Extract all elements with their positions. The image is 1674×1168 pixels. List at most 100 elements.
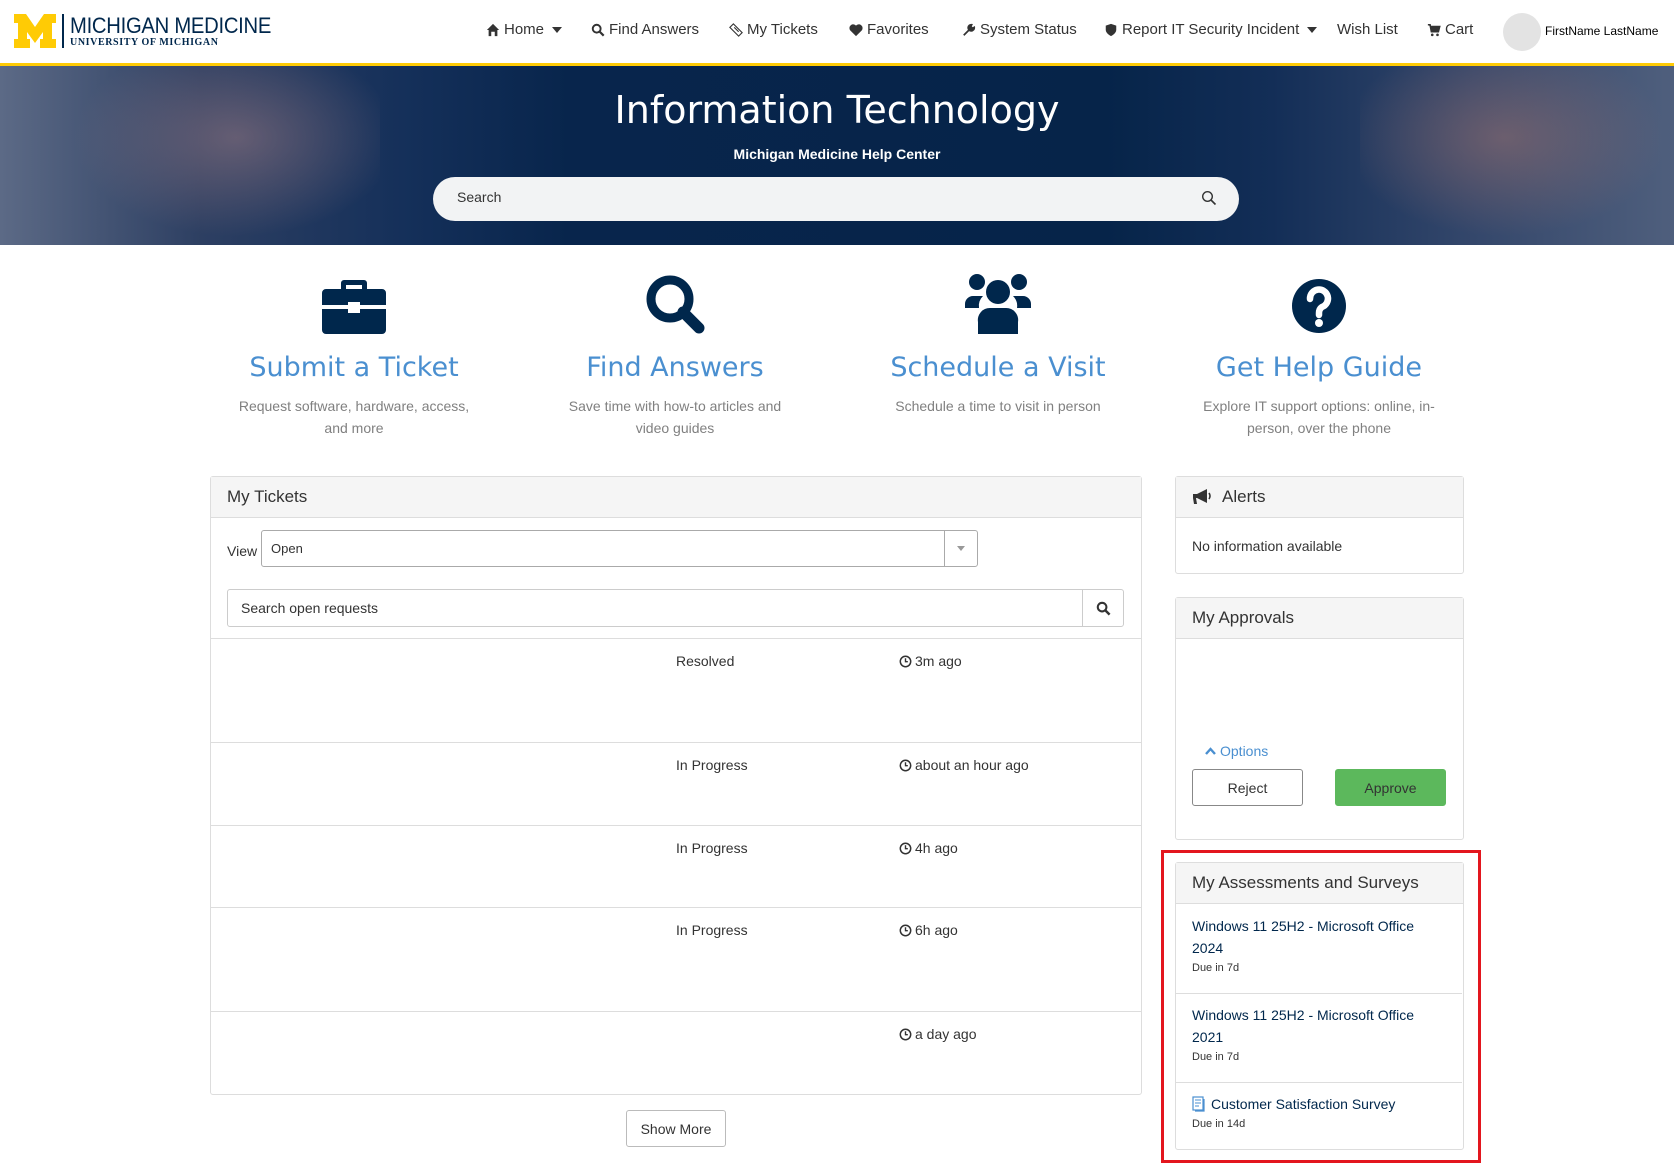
ticket-status: In Progress [676, 922, 748, 938]
block-m-logo-icon [14, 14, 56, 48]
ticket-time: a day ago [899, 1026, 977, 1042]
logo-subtitle: UNIVERSITY OF MICHIGAN [70, 36, 219, 48]
page-subtitle: Michigan Medicine Help Center [733, 146, 941, 162]
users-icon [965, 274, 1031, 334]
approve-button[interactable]: Approve [1335, 769, 1446, 806]
shield-icon [1105, 23, 1117, 36]
question-circle-icon [1292, 279, 1346, 333]
tile-description: Explore IT support options: online, in-p… [1203, 398, 1435, 436]
ticket-status: In Progress [676, 757, 748, 773]
hero-search-bar[interactable] [433, 177, 1239, 221]
view-label: View [227, 543, 258, 559]
my-tickets-panel: My Tickets [210, 476, 1142, 1095]
clock-icon [899, 759, 912, 771]
ticket-icon [729, 22, 743, 37]
row-divider [211, 825, 1141, 826]
search-icon [1096, 601, 1110, 615]
ticket-time: 4h ago [899, 840, 958, 856]
tile-title[interactable]: Get Help Guide [1189, 352, 1449, 383]
approvals-title: My Approvals [1176, 598, 1463, 639]
ticket-time-text: a day ago [915, 1026, 977, 1042]
alerts-panel: Alerts [1175, 476, 1464, 574]
nav-find-answers[interactable]: Find Answers [591, 21, 699, 38]
hero-banner: Information Technology Michigan Medicine… [0, 66, 1674, 245]
view-select-value: Open [271, 541, 303, 556]
ticket-time: about an hour ago [899, 757, 1029, 773]
view-select[interactable]: Open [261, 530, 978, 567]
nav-find-answers-label: Find Answers [609, 21, 700, 38]
row-divider [211, 907, 1141, 908]
nav-my-tickets-label: My Tickets [747, 21, 818, 38]
tile-title[interactable]: Schedule a Visit [868, 352, 1128, 383]
clock-icon [899, 655, 912, 667]
ticket-time: 6h ago [899, 922, 958, 938]
nav-system-status-label: System Status [980, 21, 1077, 38]
home-icon [486, 23, 500, 36]
show-more-button[interactable]: Show More [626, 1110, 726, 1147]
my-tickets-title: My Tickets [211, 477, 1141, 518]
request-search-input[interactable] [241, 600, 1061, 616]
alerts-header: Alerts [1176, 477, 1463, 518]
hero-search-input[interactable] [457, 189, 1157, 205]
tile-description: Save time with how-to articles and video… [568, 398, 782, 436]
wrench-icon [963, 23, 976, 36]
heart-icon [849, 23, 863, 36]
page-title: Information Technology [614, 88, 1060, 132]
search-icon[interactable] [1201, 190, 1217, 206]
logo-title: MICHIGAN MEDICINE [70, 12, 272, 38]
search-icon [646, 275, 705, 334]
ticket-time-text: about an hour ago [915, 757, 1029, 773]
nav-favorites[interactable]: Favorites [849, 21, 929, 38]
nav-wish-list-label: Wish List [1337, 21, 1398, 38]
ticket-time: 3m ago [899, 653, 962, 669]
megaphone-icon [1193, 489, 1211, 504]
row-divider [211, 638, 1141, 639]
nav-home-label: Home [504, 21, 545, 38]
row-divider [211, 1011, 1141, 1012]
ticket-time-text: 6h ago [915, 922, 958, 938]
options-label: Options [1220, 743, 1269, 759]
search-icon [591, 23, 605, 36]
request-search-bar[interactable] [227, 589, 1124, 627]
briefcase-icon [322, 280, 386, 334]
tile-title[interactable]: Submit a Ticket [224, 352, 484, 383]
nav-home[interactable]: Home [486, 21, 563, 38]
tile-description: Request software, hardware, access, and … [238, 398, 470, 436]
top-navbar: MICHIGAN MEDICINE UNIVERSITY OF MICHIGAN… [0, 0, 1674, 66]
options-toggle[interactable]: Options [1205, 743, 1268, 759]
highlight-box [1161, 850, 1481, 1163]
nav-cart-label: Cart [1445, 21, 1474, 38]
alerts-empty-text: No information available [1192, 538, 1343, 554]
nav-wish-list[interactable]: Wish List [1337, 21, 1398, 38]
tile-submit-ticket[interactable]: Submit a Ticket Request software, hardwa… [224, 264, 484, 439]
ticket-time-text: 4h ago [915, 840, 958, 856]
nav-system-status[interactable]: System Status [962, 21, 1077, 38]
tile-find-answers[interactable]: Find Answers Save time with how-to artic… [545, 264, 805, 439]
chevron-down-icon [1307, 26, 1318, 33]
user-name[interactable]: FirstName LastName [1545, 24, 1658, 38]
cart-icon [1427, 23, 1441, 36]
nav-report-incident-label: Report IT Security Incident [1122, 21, 1300, 38]
nav-my-tickets[interactable]: My Tickets [729, 21, 818, 38]
tile-get-help-guide[interactable]: Get Help Guide Explore IT support option… [1189, 264, 1449, 439]
ticket-time-text: 3m ago [915, 653, 962, 669]
ticket-status: In Progress [676, 840, 748, 856]
tile-title[interactable]: Find Answers [545, 352, 805, 383]
chevron-down-icon[interactable] [944, 531, 977, 566]
clock-icon [899, 924, 912, 936]
logo-divider [62, 14, 64, 48]
ticket-status: Resolved [676, 653, 735, 669]
nav-cart[interactable]: Cart [1427, 21, 1473, 38]
clock-icon [899, 1028, 912, 1040]
chevron-down-icon [552, 26, 563, 33]
michigan-medicine-logo[interactable]: MICHIGAN MEDICINE UNIVERSITY OF MICHIGAN [14, 14, 289, 48]
tile-schedule-visit[interactable]: Schedule a Visit Schedule a time to visi… [868, 264, 1128, 417]
chevron-up-icon [1205, 747, 1216, 755]
request-search-button[interactable] [1082, 590, 1123, 626]
nav-favorites-label: Favorites [867, 21, 929, 38]
nav-report-incident[interactable]: Report IT Security Incident [1104, 21, 1318, 38]
alerts-title: Alerts [1222, 487, 1266, 506]
reject-button[interactable]: Reject [1192, 769, 1303, 806]
user-avatar[interactable] [1503, 13, 1541, 51]
tile-description: Schedule a time to visit in person [895, 398, 1101, 414]
